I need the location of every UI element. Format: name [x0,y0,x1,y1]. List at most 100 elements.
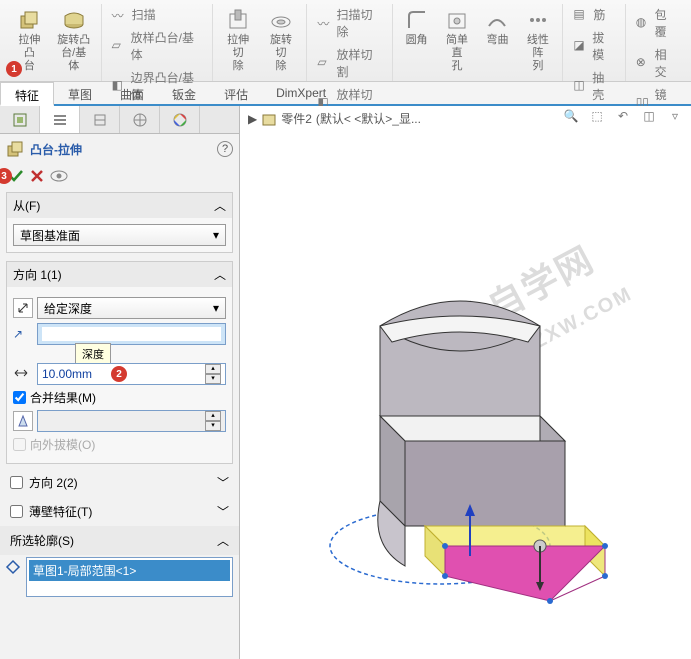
hole-icon [443,6,471,34]
loft-button[interactable]: ▱放样凸台/基体 [106,27,208,65]
breadcrumb-arrow-icon: ▶ [248,112,257,126]
panel-tab-appear[interactable] [160,106,200,133]
depth-input[interactable]: ▴▾ [37,363,226,385]
tab-evaluate[interactable]: 评估 [210,82,262,104]
intersect-button[interactable]: ⊗相交 [630,44,683,82]
from-combo[interactable]: 草图基准面 ▾ [13,224,226,246]
revolve-icon [60,6,88,34]
loft-cut-button[interactable]: ▱放样切割 [311,44,387,82]
extrude-icon [15,6,43,34]
draft-toggle[interactable] [13,411,33,431]
breadcrumb[interactable]: ▶ 零件2 (默认< <默认>_显... [248,110,421,127]
dir2-label: 方向 2(2) [29,474,78,491]
badge-1: 1 [6,61,22,77]
draft-icon: ◪ [573,38,588,54]
draft-outward-label: 向外拔模(O) [30,436,95,453]
draft-angle-input[interactable]: ▴▾ [37,410,226,432]
tab-surface[interactable]: 曲面 [106,82,158,104]
hole-button[interactable]: 简单直 孔 [437,4,478,75]
linear-pattern-button[interactable]: 线性阵 列 [517,4,558,75]
panel-tab-dim[interactable] [120,106,160,133]
help-button[interactable]: ? [217,141,233,157]
sweep-icon: 〰 [112,7,128,23]
thin-head[interactable]: 薄壁特征(T) ﹀ [0,497,239,526]
merge-checkbox[interactable] [13,391,26,404]
linear-icon [524,6,552,34]
dropdown-icon: ▾ [213,228,219,242]
extrude-cut-button[interactable]: 拉伸切 除 [217,4,260,75]
breadcrumb-state: (默认< <默认>_显... [316,110,421,127]
draft-outward-checkbox [13,438,26,451]
tab-features[interactable]: 特征 [0,82,54,106]
cancel-button[interactable] [30,169,44,183]
draft-button[interactable]: ◪拔模 [567,27,620,65]
depth-spinner[interactable]: ▴▾ [205,364,221,384]
direction-vector-input[interactable] [37,323,226,345]
contour-label: 所选轮廓(S) [10,532,74,549]
tab-dimxpert[interactable]: DimXpert [262,82,340,104]
direction-vector-field[interactable] [42,327,221,341]
contour-head[interactable]: 所选轮廓(S) ︿ [0,526,239,555]
sweep-cut-button[interactable]: 〰扫描切除 [311,4,387,42]
chevron-down-icon: ﹀ [217,503,229,520]
intersect-icon: ⊗ [636,55,651,71]
from-value: 草图基准面 [20,227,80,244]
thin-checkbox[interactable] [10,505,23,518]
preview-button[interactable] [50,170,68,182]
contour-listbox[interactable]: 草图1-局部范围<1> [26,557,233,597]
shell-icon: ◫ [573,78,588,94]
graphics-canvas[interactable]: ▶ 零件2 (默认< <默认>_显... 🔍 ⬚ ↶ ◫ ▿ 软件自学网WWW.… [240,106,691,659]
thin-label: 薄壁特征(T) [29,503,92,520]
direction2-head[interactable]: 方向 2(2) ﹀ [0,468,239,497]
direction-arrow-icon: ↗ [13,327,33,341]
from-section-head[interactable]: 从(F) ︿ [7,193,232,218]
chevron-up-icon: ︿ [214,197,226,214]
fillet-button[interactable]: 圆角 [397,4,437,75]
direction2-checkbox[interactable] [10,476,23,489]
sweep-cut-icon: 〰 [317,15,332,31]
tab-sketch[interactable]: 草图 [54,82,106,104]
panel-tab-feature[interactable] [0,106,40,133]
ribbon: 拉伸凸 台 1 旋转凸 台/基体 〰扫描 ▱放样凸台/基体 ◧边界凸台/基体 拉… [0,0,691,82]
panel-tabs [0,106,239,134]
depth-icon [13,365,33,384]
sweep-button[interactable]: 〰扫描 [106,4,208,25]
panel-tab-config[interactable] [80,106,120,133]
direction1-head[interactable]: 方向 1(1) ︿ [7,262,232,287]
bend-icon [483,6,511,34]
panel-tab-property[interactable] [40,106,80,133]
zoom-area-icon[interactable]: ⬚ [587,106,607,126]
end-condition-combo[interactable]: 给定深度 ▾ [37,297,226,319]
extrude-cut-icon [224,6,252,34]
revolve-cut-button[interactable]: 旋转切 除 [260,4,303,75]
wrap-button[interactable]: ◍包覆 [630,4,683,42]
section-view-icon[interactable]: ◫ [639,106,659,126]
dir1-label: 方向 1(1) [13,266,62,283]
direction1-section: 方向 1(1) ︿ 给定深度 ▾ ↗ 深度 [6,261,233,464]
reverse-direction-button[interactable] [13,298,33,318]
part-icon [261,111,277,127]
extrude-boss-button[interactable]: 拉伸凸 台 1 [8,4,51,75]
rib-button[interactable]: ▤筋 [567,4,620,25]
merge-label: 合并结果(M) [30,389,96,406]
feature-title: 凸台-拉伸 [30,141,82,158]
draft-spinner[interactable]: ▴▾ [205,411,221,431]
from-label: 从(F) [13,197,40,214]
revolve-cut-icon [267,6,295,34]
tab-sheetmetal[interactable]: 钣金 [158,82,210,104]
depth-tooltip: 深度 [75,343,111,365]
revolve-boss-button[interactable]: 旋转凸 台/基体 [51,4,97,75]
badge-2: 2 [111,366,127,382]
zoom-fit-icon[interactable]: 🔍 [561,106,581,126]
view-orient-icon[interactable]: ▿ [665,106,685,126]
bend-button[interactable]: 弯曲 [477,4,517,75]
rib-icon: ▤ [573,7,589,23]
extrude-feature-icon [6,140,24,158]
prev-view-icon[interactable]: ↶ [613,106,633,126]
dropdown-icon: ▾ [213,301,219,315]
breadcrumb-part: 零件2 [281,110,312,127]
shell-button[interactable]: ◫抽壳 [567,67,620,105]
dir1-value: 给定深度 [44,300,92,317]
wrap-icon: ◍ [636,15,651,31]
contour-item[interactable]: 草图1-局部范围<1> [29,560,230,581]
